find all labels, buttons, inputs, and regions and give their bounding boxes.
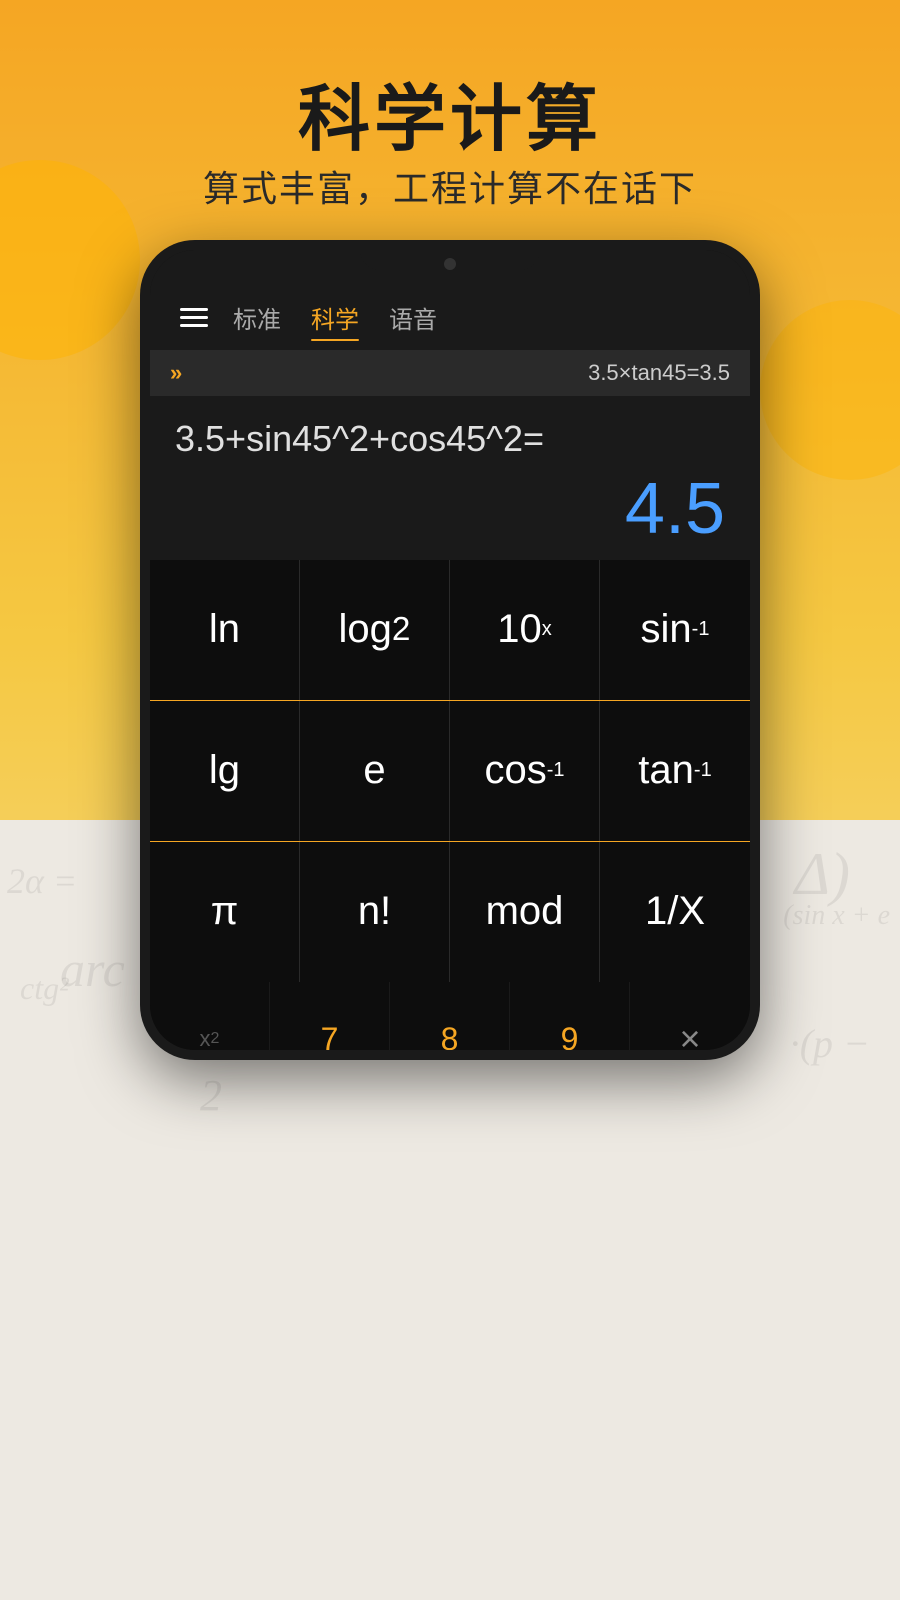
menu-line-1 (180, 308, 208, 311)
formula-1: tg 2α = (0, 860, 77, 902)
tab-scientific[interactable]: 科学 (311, 300, 359, 335)
key-sin-inv[interactable]: sin-1 (600, 560, 750, 700)
main-display: 3.5+sin45^2+cos45^2= 4.5 (150, 396, 750, 560)
key-lg[interactable]: lg (150, 701, 300, 841)
key-log2[interactable]: log2 (300, 560, 450, 700)
menu-line-2 (180, 316, 208, 319)
key-multiply[interactable]: × (630, 982, 750, 1050)
key-reciprocal[interactable]: 1/X (600, 842, 750, 982)
key-cos-inv[interactable]: cos-1 (450, 701, 600, 841)
sci-row-1: ln log2 10x sin-1 (150, 560, 750, 701)
key-ln[interactable]: ln (150, 560, 300, 700)
formula-4: ·(p − (790, 1020, 870, 1067)
nav-tab-list: 标准 科学 语音 (233, 300, 437, 335)
sci-row-3: π n! mod 1/X (150, 842, 750, 982)
key-10x[interactable]: 10x (450, 560, 600, 700)
current-expression: 3.5+sin45^2+cos45^2= (175, 416, 725, 463)
menu-line-3 (180, 324, 208, 327)
sci-row-2: lg e cos-1 tan-1 (150, 701, 750, 842)
key-7[interactable]: 7 (270, 982, 390, 1050)
phone-screen: 标准 科学 语音 » 3.5×tan45=3.5 3.5+sin45^2+cos… (150, 250, 750, 1050)
key-tan-inv[interactable]: tan-1 (600, 701, 750, 841)
key-8[interactable]: 8 (390, 982, 510, 1050)
camera (444, 258, 456, 270)
tab-standard[interactable]: 标准 (233, 300, 281, 335)
formula-5: Δ) (795, 840, 850, 909)
menu-button[interactable] (180, 308, 208, 327)
history-row: » 3.5×tan45=3.5 (150, 350, 750, 396)
key-factorial[interactable]: n! (300, 842, 450, 982)
hero-subtitle: 算式丰富，工程计算不在话下 (0, 160, 900, 212)
result-value: 4.5 (175, 468, 725, 550)
key-mod[interactable]: mod (450, 842, 600, 982)
key-pi[interactable]: π (150, 842, 300, 982)
history-expression: 3.5×tan45=3.5 (194, 360, 730, 386)
phone-mockup: 标准 科学 语音 » 3.5×tan45=3.5 3.5+sin45^2+cos… (140, 240, 760, 1540)
history-arrow-icon: » (170, 360, 182, 386)
numeric-keyboard: x2 7 8 9 × x3 4 5 6 − √x 1 (150, 982, 750, 1050)
tab-voice[interactable]: 语音 (389, 300, 437, 335)
scientific-keyboard: ln log2 10x sin-1 lg e cos-1 tan-1 π n! … (150, 560, 750, 982)
key-e[interactable]: e (300, 701, 450, 841)
key-9[interactable]: 9 (510, 982, 630, 1050)
formula-6: arc (60, 940, 125, 998)
phone-body: 标准 科学 语音 » 3.5×tan45=3.5 3.5+sin45^2+cos… (140, 240, 760, 1060)
key-x-squared[interactable]: x2 (150, 982, 270, 1050)
hero-title: 科学计算 (0, 60, 900, 165)
num-row-1: x2 7 8 9 × (150, 982, 750, 1050)
